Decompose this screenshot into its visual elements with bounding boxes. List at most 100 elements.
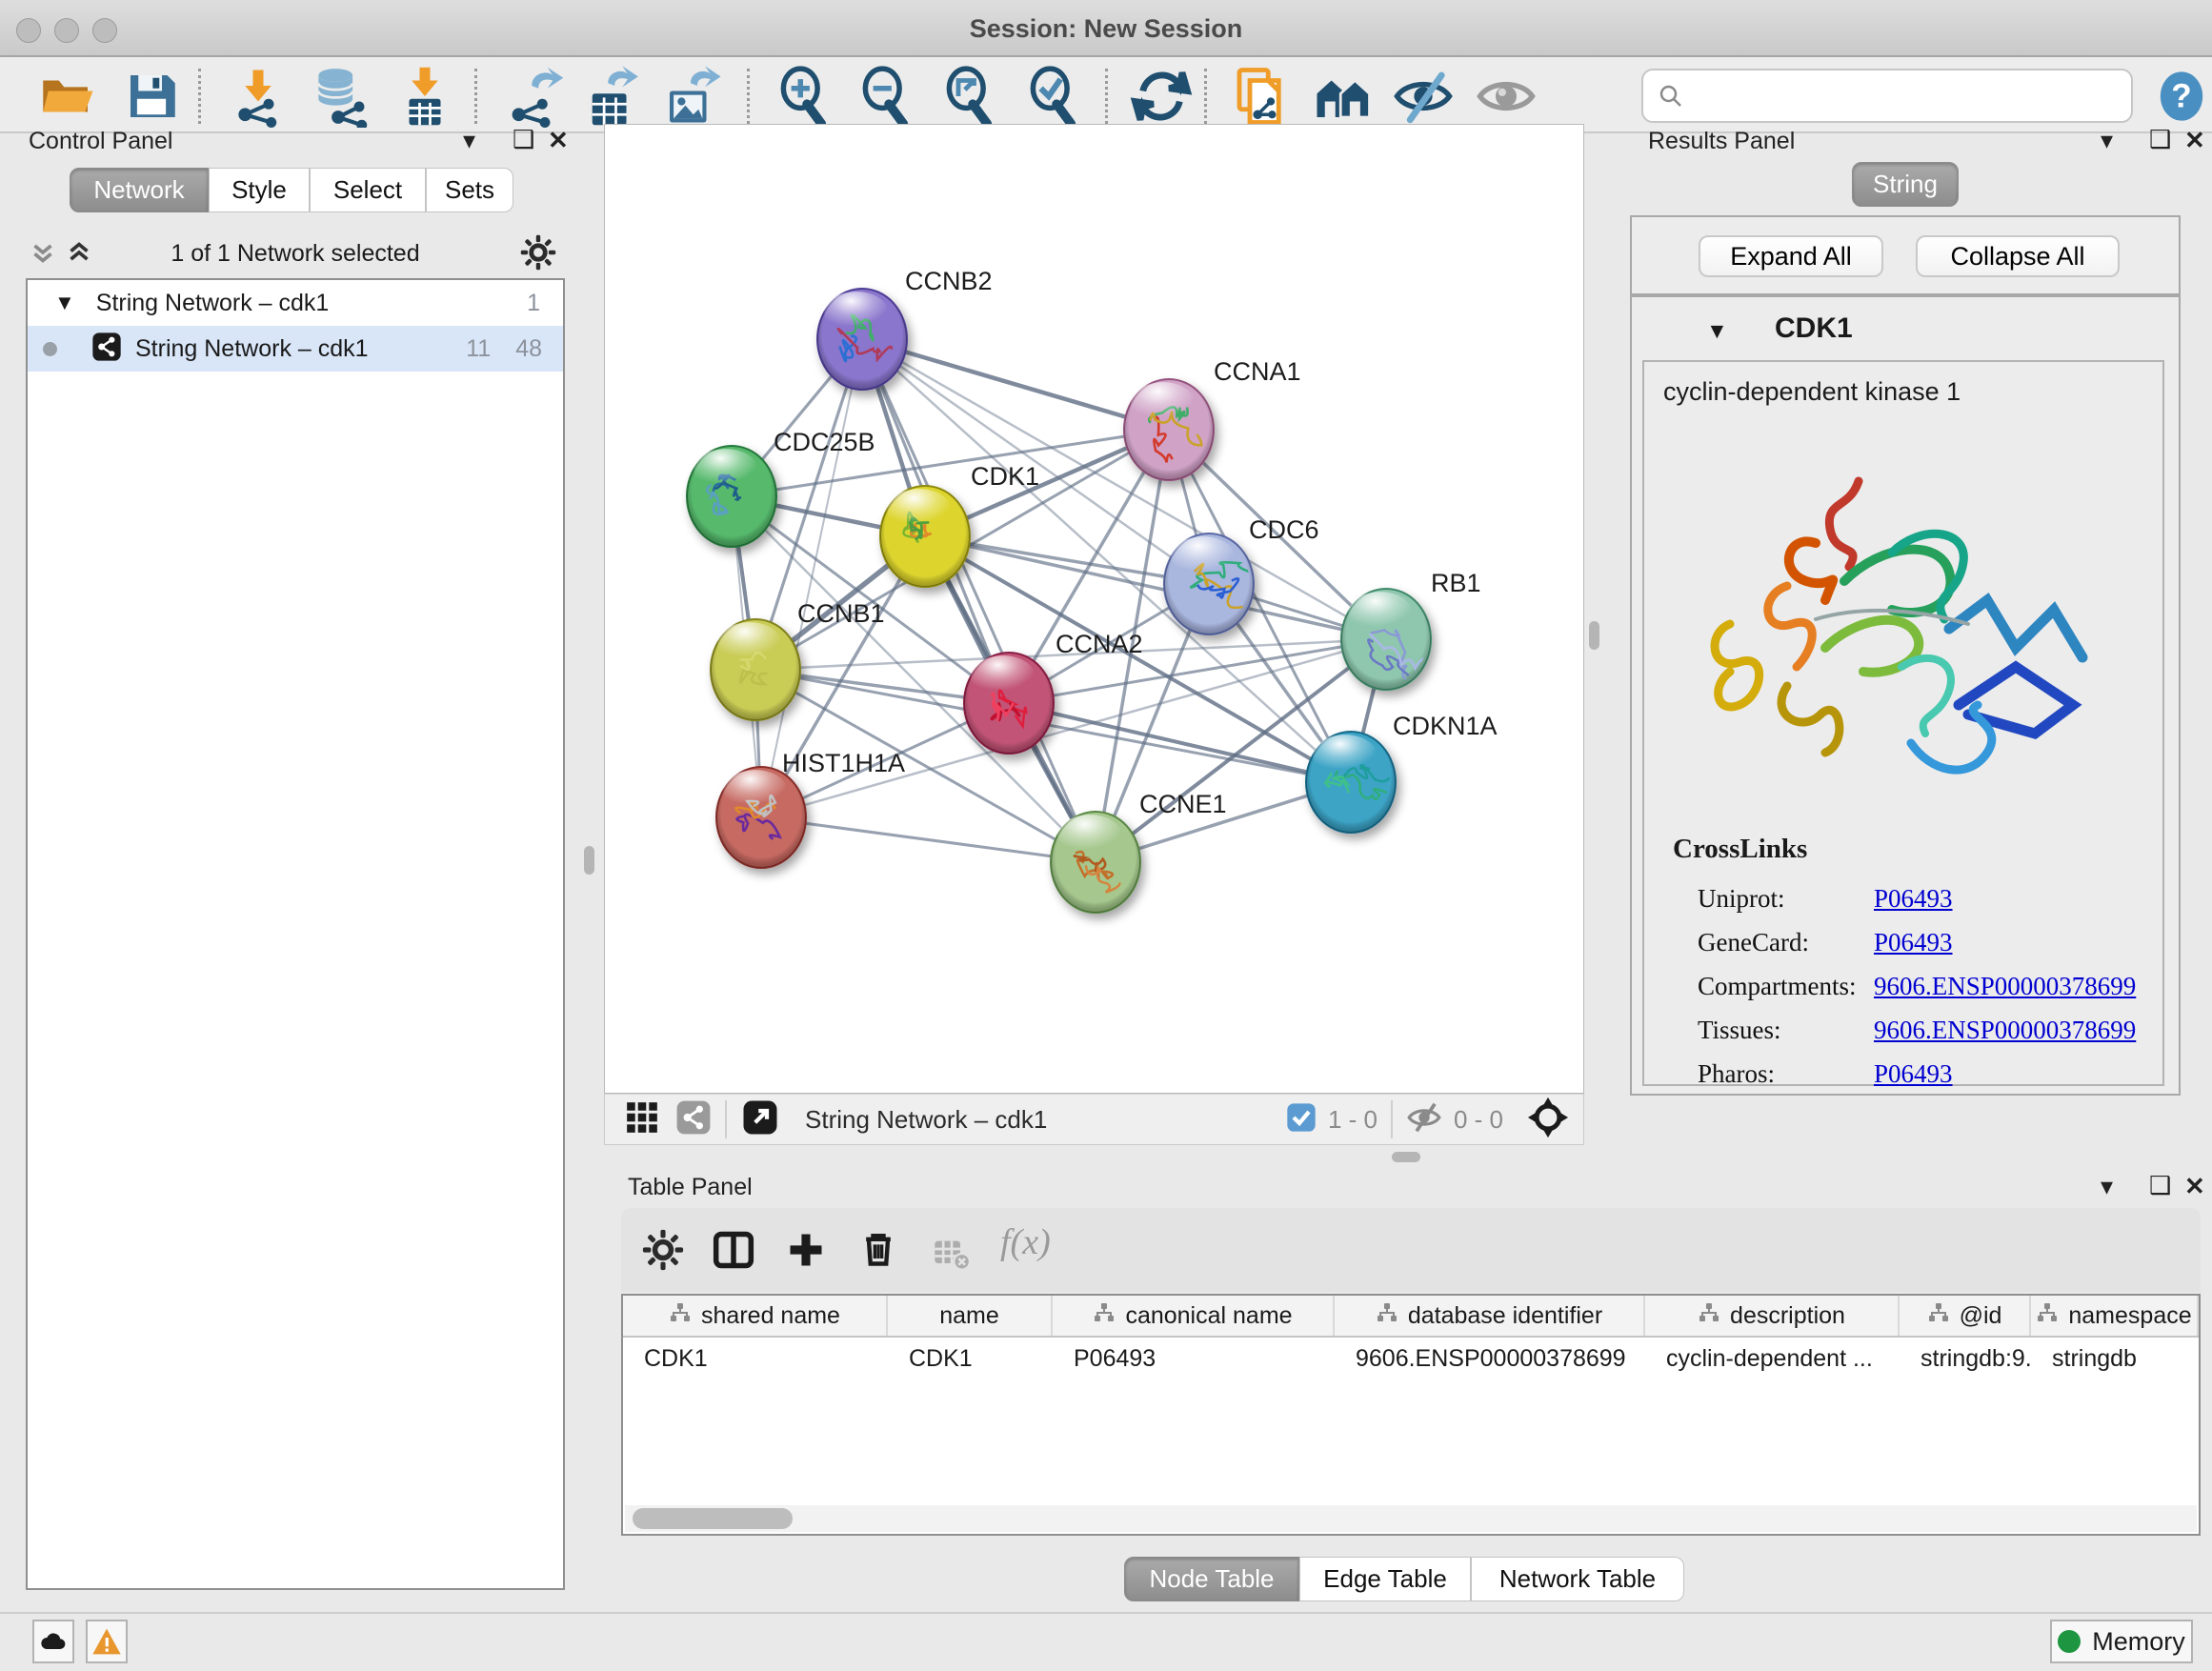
expand-all-button[interactable]: Expand All xyxy=(1699,235,1883,277)
tab-select[interactable]: Select xyxy=(310,168,426,212)
results-panel-close-icon[interactable]: ✕ xyxy=(2184,128,2205,152)
scrollbar-thumb[interactable] xyxy=(633,1508,793,1529)
crosslink-value[interactable]: P06493 xyxy=(1874,928,1953,957)
memory-button[interactable]: Memory xyxy=(2050,1620,2193,1663)
table-horizontal-scrollbar[interactable] xyxy=(625,1505,2197,1532)
clone-network-icon[interactable] xyxy=(1229,65,1292,128)
crosslink-value[interactable]: 9606.ENSP00000378699 xyxy=(1874,972,2136,1001)
network-node[interactable] xyxy=(1164,534,1254,634)
crosslink-value[interactable]: 9606.ENSP00000378699 xyxy=(1874,1016,2136,1045)
zoom-fit-icon[interactable] xyxy=(937,65,1000,128)
search-input[interactable] xyxy=(1685,81,2104,111)
network-edge[interactable] xyxy=(862,339,1169,430)
control-panel-float-icon[interactable]: ❑ xyxy=(513,127,534,151)
import-network-file-icon[interactable] xyxy=(227,65,290,128)
tab-edge-table[interactable]: Edge Table xyxy=(1299,1557,1471,1601)
table-cell[interactable]: stringdb:9... xyxy=(1900,1338,2031,1379)
table-cell[interactable]: stringdb xyxy=(2031,1338,2199,1379)
network-edge[interactable] xyxy=(761,817,1096,862)
import-network-database-icon[interactable] xyxy=(307,65,370,128)
results-panel-float-icon[interactable]: ❑ xyxy=(2149,127,2171,151)
network-node[interactable] xyxy=(880,486,970,587)
horizontal-splitter-handle[interactable] xyxy=(1392,1152,1420,1162)
network-row[interactable]: String Network – cdk1 11 48 xyxy=(28,326,563,372)
network-node[interactable] xyxy=(711,619,800,720)
open-session-icon[interactable] xyxy=(35,65,98,128)
table-panel-float-icon[interactable]: ❑ xyxy=(2149,1173,2171,1198)
fit-content-crosshair-icon[interactable] xyxy=(1526,1096,1570,1144)
first-neighbors-icon[interactable] xyxy=(1312,65,1375,128)
warnings-button[interactable] xyxy=(86,1620,128,1663)
tab-network-table[interactable]: Network Table xyxy=(1471,1557,1684,1601)
network-node[interactable] xyxy=(1306,732,1396,833)
crosslink-value[interactable]: P06493 xyxy=(1874,884,1953,914)
control-panel-collapse-icon[interactable]: ▾ xyxy=(463,128,475,152)
network-node[interactable] xyxy=(1341,589,1437,690)
network-canvas[interactable]: CCNB2CCNA1CDC25BCDK1CDC6RB1CCNB1CCNA2CDK… xyxy=(604,124,1584,1094)
table-panel-collapse-icon[interactable]: ▾ xyxy=(2101,1174,2113,1198)
tab-string[interactable]: String xyxy=(1852,162,1959,207)
import-table-file-icon[interactable] xyxy=(393,65,456,128)
network-badge-icon[interactable] xyxy=(675,1099,712,1140)
zoom-selected-icon[interactable] xyxy=(1021,65,1084,128)
toolbar-separator xyxy=(474,69,477,124)
network-node[interactable] xyxy=(817,289,907,390)
results-panel-collapse-icon[interactable]: ▾ xyxy=(2101,128,2113,152)
tree-expand-icon[interactable]: ▼ xyxy=(54,291,75,315)
column-header-name[interactable]: name xyxy=(888,1296,1053,1336)
column-header-namespace[interactable]: namespace xyxy=(2031,1296,2199,1336)
selected-checkbox-icon[interactable] xyxy=(1286,1102,1317,1137)
table-cell[interactable]: P06493 xyxy=(1053,1338,1335,1379)
table-cell[interactable]: CDK1 xyxy=(623,1338,888,1379)
hide-selected-icon[interactable] xyxy=(1392,65,1455,128)
network-edge[interactable] xyxy=(1009,703,1351,782)
zoom-in-icon[interactable] xyxy=(772,65,835,128)
table-cell[interactable]: cyclin-dependent ... xyxy=(1645,1338,1900,1379)
table-cell[interactable]: CDK1 xyxy=(888,1338,1053,1379)
zoom-out-icon[interactable] xyxy=(854,65,916,128)
network-options-gear-icon[interactable] xyxy=(520,234,556,275)
right-splitter-handle[interactable] xyxy=(1589,621,1599,650)
column-header-canonicalname[interactable]: canonical name xyxy=(1053,1296,1335,1336)
table-cell[interactable]: 9606.ENSP00000378699 xyxy=(1335,1338,1645,1379)
save-session-icon[interactable] xyxy=(120,65,183,128)
network-node[interactable] xyxy=(1124,379,1214,480)
network-node[interactable] xyxy=(1051,812,1140,913)
network-node[interactable] xyxy=(716,767,806,868)
tab-node-table[interactable]: Node Table xyxy=(1124,1557,1299,1601)
network-collection-row[interactable]: ▼ String Network – cdk1 1 xyxy=(28,280,563,326)
hidden-eye-icon[interactable] xyxy=(1406,1099,1442,1140)
birdseye-grid-icon[interactable] xyxy=(624,1099,660,1140)
help-icon[interactable]: ? xyxy=(2155,70,2208,123)
column-header-id[interactable]: @id xyxy=(1900,1296,2031,1336)
collapse-all-button[interactable]: Collapse All xyxy=(1916,235,2120,277)
column-header-databaseidentifier[interactable]: database identifier xyxy=(1335,1296,1645,1336)
cloud-status-button[interactable] xyxy=(32,1620,74,1663)
left-splitter-handle[interactable] xyxy=(584,846,594,875)
tab-network[interactable]: Network xyxy=(70,168,209,212)
export-network-icon[interactable] xyxy=(503,65,566,128)
crosslink-value[interactable]: P06493 xyxy=(1874,1059,1953,1089)
show-columns-icon[interactable] xyxy=(713,1229,754,1276)
table-row[interactable]: CDK1CDK1P064939606.ENSP00000378699cyclin… xyxy=(623,1338,2199,1379)
open-in-window-icon[interactable] xyxy=(740,1097,780,1142)
tab-style[interactable]: Style xyxy=(209,168,310,212)
tab-sets[interactable]: Sets xyxy=(426,168,513,212)
network-node[interactable] xyxy=(687,446,776,547)
show-all-icon[interactable] xyxy=(1475,65,1538,128)
network-edge[interactable] xyxy=(862,339,1096,862)
refresh-icon[interactable] xyxy=(1130,65,1193,128)
table-options-gear-icon[interactable] xyxy=(642,1229,684,1276)
table-panel-close-icon[interactable]: ✕ xyxy=(2184,1174,2205,1198)
crosslink-label: Pharos: xyxy=(1698,1059,1874,1089)
add-column-icon[interactable] xyxy=(785,1229,827,1276)
network-edge[interactable] xyxy=(925,536,1386,639)
export-table-icon[interactable] xyxy=(579,65,642,128)
delete-column-trash-icon[interactable] xyxy=(857,1227,899,1274)
column-header-sharedname[interactable]: shared name xyxy=(623,1296,888,1336)
column-header-description[interactable]: description xyxy=(1645,1296,1900,1336)
control-panel-close-icon[interactable]: ✕ xyxy=(548,128,569,152)
export-image-icon[interactable] xyxy=(659,65,722,128)
network-node[interactable] xyxy=(964,653,1054,754)
gene-collapse-icon[interactable]: ▼ xyxy=(1706,318,1728,344)
